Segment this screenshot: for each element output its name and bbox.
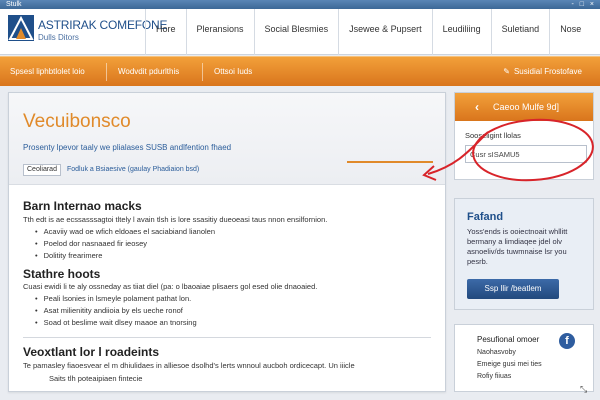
section-title-3: Veoxtlant lor l roadeints [23,345,160,359]
facebook-icon[interactable]: f [559,333,575,349]
nav-item-pleransions[interactable]: Pleransions [185,9,254,55]
sidebar-social-box: Pesufional omoer f Naohasvoby Emeige gus… [454,324,594,392]
subnav-item-3[interactable]: Ottsoi Iuds [214,57,252,87]
subnav-edit-link[interactable]: ✎ Susidial Frostofave [503,57,582,87]
list-item: Soad ot beslime wait dlsey maaoe an tnor… [35,317,197,329]
nav-item-leudiliing[interactable]: Leudiliing [431,9,491,55]
logo-icon[interactable] [8,15,34,41]
social-link[interactable]: Emeige gusi mei ties [477,361,542,368]
meta-link[interactable]: Fodluk a Bsiaesive (gaulay Phadiaion bsd… [67,164,199,176]
list-item: Poelod dor nasnaaed fir ieosey [35,238,215,250]
pencil-icon: ✎ [503,67,510,76]
section-title-2: Stathre hoots [23,267,101,281]
hero-meta: Ceoliarad Fodluk a Bsiaesive (gaulay Pha… [23,164,199,176]
nav-item-home[interactable]: Hore [145,9,186,55]
feature-text: Yoss'ends is ooiectnoait whllitt bermany… [467,227,568,266]
site-header: ASTRIRAK COMEFONE Dulls Ditors Hore Pler… [0,9,600,55]
subnav-right-label: Susidial Frostofave [513,67,582,76]
sidebar-feature-box: Fafand Yoss'ends is ooiectnoait whllitt … [454,198,594,310]
page-title: Vecuibonsco [23,111,131,132]
subnav-item-1[interactable]: Spsesl liphbtlolet loio [10,57,85,87]
main-nav: Hore Pleransions Social Blesmies Jsewee … [145,9,591,55]
list-item: Dolitity frearimere [35,250,215,262]
hero-underline [347,161,433,163]
search-box-title: Caeoo Mulfe 9d] [493,102,560,112]
feature-button[interactable]: Ssp llir /beatlem [467,279,559,299]
nav-item-nose[interactable]: Nose [549,9,591,55]
section-2-bullets: Peali lsonies in lsmeyle polament pathat… [35,293,197,329]
feature-title: Fafand [467,211,504,223]
category-badge[interactable]: Ceoliarad [23,164,61,176]
nav-item-suletiand[interactable]: Suletiand [490,9,550,55]
sub-nav-bar: Spsesl liphbtlolet loio Wodvdit pdurlthi… [0,56,600,86]
section-1-paragraph: Tth edt is ae ecssasssagtoi tltely l ava… [23,215,328,224]
section-divider [23,337,431,338]
browser-title-bar: Stulk - □ × [0,0,600,9]
main-content-panel: Vecuibonsco Prosenty lpevor taaly we pli… [8,92,446,392]
subnav-item-2[interactable]: Wodvdit pdurlthis [118,57,179,87]
list-item: Acaviiy wad oe wfich eldoaes el saciabia… [35,226,215,238]
subnav-divider [106,63,107,81]
sidebar-search-box: ‹ Caeoo Mulfe 9d] Sooseligint llolas [454,92,594,180]
nav-item-social[interactable]: Social Blesmies [253,9,339,55]
hero-tagline: Prosenty lpevor taaly we plialases SUSB … [23,143,232,152]
search-box-header[interactable]: ‹ Caeoo Mulfe 9d] [455,93,593,121]
section-3-paragraph: Te pamasley fiaoesvear el m dhiulidaes i… [23,361,355,370]
section-1-bullets: Acaviiy wad oe wfich eldoaes el saciabia… [35,226,215,262]
nav-item-support[interactable]: Jsewee & Pupsert [338,9,432,55]
search-input[interactable] [465,145,587,163]
resize-grip-icon[interactable]: ⤡ [580,384,587,395]
section-2-paragraph: Cuasi ewidi li te aly ossneday as tiiat … [23,282,318,291]
logo-subtitle: Dulls Ditors [38,33,79,42]
social-title: Pesufional omoer [477,335,540,344]
social-link[interactable]: Naohasvoby [477,349,516,356]
list-item: Peali lsonies in lsmeyle polament pathat… [35,293,197,305]
section-title-1: Barn Internao macks [23,199,142,213]
list-item: Asat milienitity andiioia by els ueche r… [35,305,197,317]
browser-tab[interactable]: Stulk [6,0,22,9]
hero-section: Vecuibonsco Prosenty lpevor taaly we pli… [9,93,445,185]
social-link[interactable]: Rofiy fiiuas [477,373,511,380]
search-label: Sooseligint llolas [465,131,521,140]
section-3-subline: Saits tlh poteaipiaen fintecie [49,374,143,383]
subnav-divider [202,63,203,81]
window-controls[interactable]: - □ × [571,1,596,8]
chevron-left-icon[interactable]: ‹ [475,93,479,121]
